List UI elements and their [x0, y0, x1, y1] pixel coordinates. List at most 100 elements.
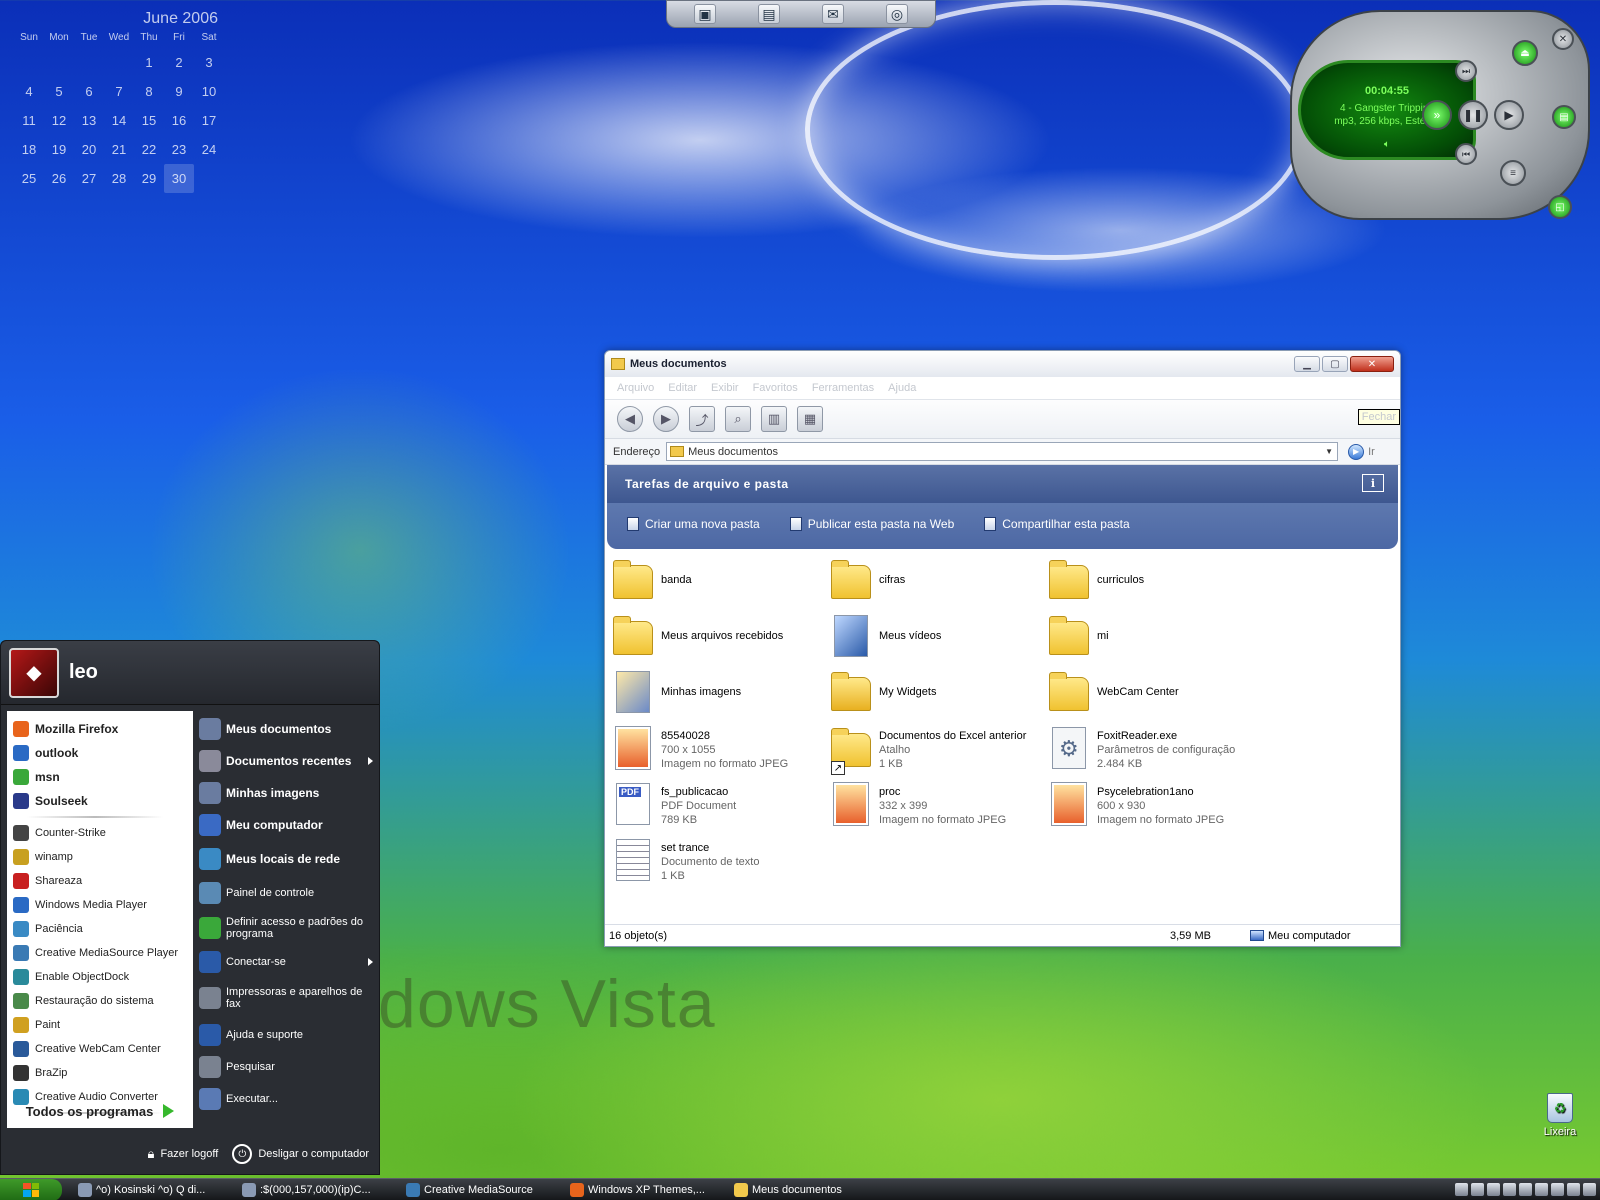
- file-item[interactable]: mi: [1049, 615, 1267, 671]
- file-item[interactable]: WebCam Center: [1049, 671, 1267, 727]
- taskbar-button[interactable]: Creative MediaSource: [406, 1181, 554, 1199]
- minimize-player-icon[interactable]: ◱: [1548, 195, 1572, 219]
- file-item[interactable]: My Widgets: [831, 671, 1049, 727]
- close-button[interactable]: ✕: [1350, 356, 1394, 372]
- menu-item[interactable]: Arquivo: [617, 382, 654, 394]
- place-item[interactable]: Meu computador: [197, 809, 375, 841]
- next-track-icon[interactable]: ⏭︎: [1455, 60, 1477, 82]
- tray-icon[interactable]: [1583, 1183, 1596, 1196]
- address-input[interactable]: Meus documentos ▼: [666, 442, 1339, 461]
- open-file-icon[interactable]: ⏏︎: [1512, 40, 1538, 66]
- recent-program-item[interactable]: Windows Media Player: [7, 893, 193, 917]
- file-item[interactable]: Psycelebration1ano 600 x 930 Imagem no for…: [1049, 782, 1267, 839]
- calendar-day[interactable]: 11: [14, 106, 44, 135]
- share-folder-link[interactable]: Compartilhar esta pasta: [984, 517, 1130, 531]
- file-item[interactable]: 85540028 700 x 1055 Imagem no formato JPEG: [613, 726, 831, 783]
- taskbar-button[interactable]: :$(000,157,000)(ip)C...: [242, 1181, 390, 1199]
- back-icon[interactable]: ◀: [617, 406, 643, 432]
- pause-icon[interactable]: ❚❚: [1458, 100, 1488, 130]
- place-item[interactable]: Impressoras e aparelhos de fax: [197, 977, 375, 1019]
- shutdown-button[interactable]: ⏻ Desligar o computador: [232, 1144, 369, 1164]
- recent-program-item[interactable]: Restauração do sistema: [7, 989, 193, 1013]
- recent-program-item[interactable]: BraZip: [7, 1061, 193, 1085]
- taskbar-button[interactable]: ^o) Kosinski ^o) Q di...: [78, 1181, 226, 1199]
- file-item[interactable]: proc 332 x 399 Imagem no formato JPEG: [831, 782, 1049, 839]
- info-icon[interactable]: i: [1362, 474, 1384, 492]
- search-icon[interactable]: ⌕: [725, 406, 751, 432]
- calendar-day[interactable]: 19: [44, 135, 74, 164]
- calendar-day[interactable]: 24: [194, 135, 224, 164]
- pinned-program-item[interactable]: Mozilla Firefox: [7, 717, 193, 741]
- globe-icon[interactable]: ◎: [886, 4, 908, 24]
- minimize-button[interactable]: ▁: [1294, 356, 1320, 372]
- calendar-day[interactable]: 8: [134, 77, 164, 106]
- tray-icon[interactable]: [1455, 1183, 1468, 1196]
- place-item[interactable]: Pesquisar: [197, 1051, 375, 1083]
- pinned-program-item[interactable]: msn: [7, 765, 193, 789]
- recent-program-item[interactable]: Shareaza: [7, 869, 193, 893]
- maximize-button[interactable]: ▢: [1322, 356, 1348, 372]
- calendar-day[interactable]: 18: [14, 135, 44, 164]
- calendar-day[interactable]: 17: [194, 106, 224, 135]
- tray-icon[interactable]: [1503, 1183, 1516, 1196]
- previous-track-icon[interactable]: ⏮︎: [1455, 143, 1477, 165]
- file-item[interactable]: ↗ Documentos do Excel anterior Atalho 1 KB: [831, 727, 1049, 783]
- tray-icon[interactable]: [1471, 1183, 1484, 1196]
- place-item[interactable]: Executar...: [197, 1083, 375, 1115]
- close-player-icon[interactable]: ✕: [1552, 28, 1574, 50]
- window-titlebar[interactable]: Meus documentos ▁ ▢ ✕: [605, 351, 1400, 377]
- place-item[interactable]: Definir acesso e padrões do programa: [197, 909, 375, 947]
- place-item[interactable]: Ajuda e suporte: [197, 1019, 375, 1051]
- file-item[interactable]: Minhas imagens: [613, 671, 831, 727]
- tray-icon[interactable]: [1551, 1183, 1564, 1196]
- calendar-day[interactable]: 20: [74, 135, 104, 164]
- place-item[interactable]: Meus locais de rede: [197, 841, 375, 877]
- file-item[interactable]: banda: [613, 559, 831, 615]
- calendar-day[interactable]: 15: [134, 106, 164, 135]
- calendar-day[interactable]: 25: [14, 164, 44, 193]
- calendar-day[interactable]: 2: [164, 48, 194, 77]
- documents-icon[interactable]: ▤: [758, 4, 780, 24]
- taskbar-button[interactable]: Windows XP Themes,...: [570, 1181, 718, 1199]
- calendar-day[interactable]: 10: [194, 77, 224, 106]
- chevron-down-icon[interactable]: ▼: [1321, 443, 1337, 460]
- start-button[interactable]: [0, 1178, 62, 1200]
- up-folder-icon[interactable]: ⤴: [689, 406, 715, 432]
- tray-icon[interactable]: [1519, 1183, 1532, 1196]
- tray-icon[interactable]: [1567, 1183, 1580, 1196]
- avatar[interactable]: ◆: [9, 647, 59, 698]
- menu-item[interactable]: Ferramentas: [812, 382, 874, 394]
- menu-item[interactable]: Exibir: [711, 382, 739, 394]
- go-button[interactable]: ▶ Ir: [1348, 443, 1375, 460]
- publish-web-link[interactable]: Publicar esta pasta na Web: [789, 517, 954, 531]
- place-item[interactable]: Meus documentos: [197, 713, 375, 745]
- pinned-program-item[interactable]: outlook: [7, 741, 193, 765]
- calendar-day[interactable]: 13: [74, 106, 104, 135]
- recent-program-item[interactable]: Counter-Strike: [7, 821, 193, 845]
- file-item[interactable]: FoxitReader.exe Parâmetros de configuraçã…: [1049, 727, 1267, 783]
- file-item[interactable]: fs_publicacao PDF Document 789 KB: [613, 783, 831, 839]
- calendar-day[interactable]: 28: [104, 164, 134, 193]
- recent-program-item[interactable]: Paint: [7, 1013, 193, 1037]
- taskbar-button[interactable]: Meus documentos: [734, 1181, 882, 1199]
- calendar-day[interactable]: 30: [164, 164, 194, 193]
- recent-program-item[interactable]: Enable ObjectDock: [7, 965, 193, 989]
- calendar-day[interactable]: 4: [14, 77, 44, 106]
- calendar-day[interactable]: 7: [104, 77, 134, 106]
- calendar-day[interactable]: 5: [44, 77, 74, 106]
- place-item[interactable]: Painel de controle: [197, 877, 375, 909]
- calendar-day[interactable]: 16: [164, 106, 194, 135]
- calendar-day[interactable]: 12: [44, 106, 74, 135]
- file-item[interactable]: cifras: [831, 559, 1049, 615]
- calendar-day[interactable]: 3: [194, 48, 224, 77]
- recent-program-item[interactable]: Paciência: [7, 917, 193, 941]
- calendar-day[interactable]: 29: [134, 164, 164, 193]
- recent-program-item[interactable]: Creative MediaSource Player: [7, 941, 193, 965]
- calendar-day[interactable]: 9: [164, 77, 194, 106]
- recent-program-item[interactable]: Creative WebCam Center: [7, 1037, 193, 1061]
- calendar-day[interactable]: 27: [74, 164, 104, 193]
- new-folder-link[interactable]: Criar uma nova pasta: [627, 517, 760, 531]
- calendar-day[interactable]: 6: [74, 77, 104, 106]
- forward-nav-icon[interactable]: ▶: [653, 406, 679, 432]
- playlist-icon[interactable]: ▤: [1552, 105, 1576, 129]
